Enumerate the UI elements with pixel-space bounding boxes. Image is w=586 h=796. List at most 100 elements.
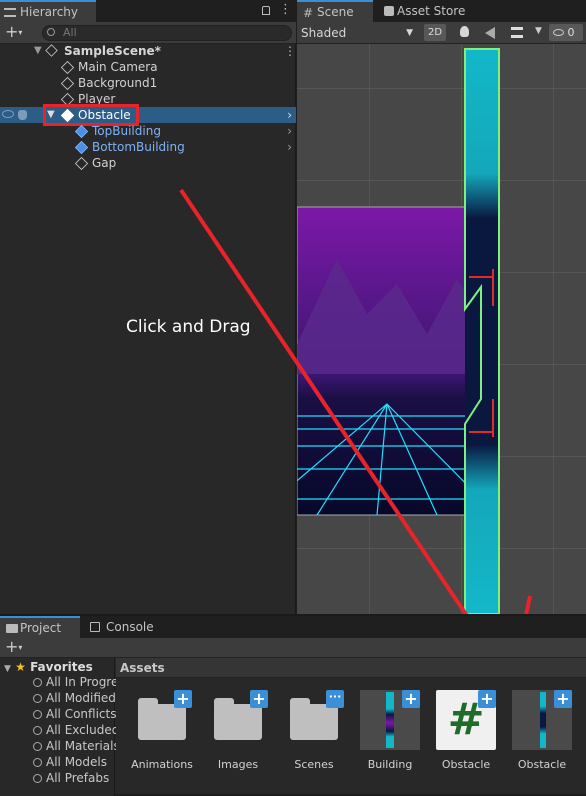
favorite-label: All Models [46,755,107,769]
plus-icon: + [250,690,268,708]
asset-label: Images [217,758,259,771]
shopping-bag-icon [384,6,394,16]
folder-icon [6,624,18,633]
asset-scenes-folder[interactable]: ··· Scenes [279,690,349,772]
item-label: BottomBuilding [92,140,185,154]
toggle-2d-button[interactable]: 2D [424,24,446,41]
favorite-item[interactable]: All Excluded [33,722,116,738]
create-button[interactable]: +▾ [5,638,22,657]
prefab-thumbnail: + [360,690,420,750]
favorite-item[interactable]: All Materials [33,738,116,754]
scene-options-icon[interactable]: ⋮ [284,43,296,59]
favorites-label: Favorites [30,660,93,674]
hierarchy-item-background1[interactable]: Background1 [0,75,296,91]
chevron-down-icon[interactable]: ▼ [535,26,542,36]
csharp-script-icon: # + [436,690,496,750]
chevron-down-icon: ▾ [18,643,23,652]
asset-label: Obstacle [441,758,491,771]
obstacle-preview [540,692,546,748]
favorite-item[interactable]: All Modified [33,690,116,706]
search-placeholder: All [63,26,77,39]
tab-hierarchy[interactable]: Hierarchy [0,0,96,22]
gameobject-icon [75,157,87,169]
assets-breadcrumb-bar [116,658,586,678]
search-icon [33,726,42,735]
favorites-header[interactable]: ▼ ★ Favorites [4,659,93,675]
favorite-item[interactable]: All Prefabs [33,770,116,786]
item-label: TopBuilding [92,124,161,138]
asset-label: Building [367,758,413,771]
building-preview [386,692,394,748]
search-icon [47,28,55,36]
tab-scene[interactable]: # Scene [297,0,373,22]
chevron-right-icon[interactable]: › [287,107,292,123]
pickable-hand-icon[interactable] [18,110,27,120]
project-toolbar [0,638,586,658]
chevron-down-icon: ▾ [18,28,23,37]
gameobject-icon [61,61,73,73]
scene-name: SampleScene* [64,44,161,58]
search-icon [33,678,42,687]
gameobject-icon [61,77,73,89]
item-label: Gap [92,156,117,170]
favorite-item[interactable]: All Models [33,754,116,770]
shading-mode-value: Shaded [301,26,347,40]
lock-icon[interactable] [262,6,270,15]
tab-scene-label: Scene [317,5,354,19]
asset-label: Animations [131,758,193,771]
scene-artwork [297,48,500,614]
assets-breadcrumb[interactable]: Assets [120,660,165,676]
tab-console[interactable]: Console [86,616,176,638]
asset-label: Scenes [294,758,334,771]
tab-project[interactable]: Project [0,616,80,638]
annotation-text: Click and Drag [126,317,251,337]
scene-viewport[interactable] [297,44,586,614]
search-icon [33,758,42,767]
asset-label: Obstacle [517,758,567,771]
prefab-icon [75,125,87,137]
collapse-arrow-icon: ▼ [4,664,11,674]
favorite-label: All Excluded [46,723,116,737]
hierarchy-item-gap[interactable]: Gap [0,155,296,171]
hierarchy-list-icon [4,8,16,17]
chevron-right-icon[interactable]: › [287,123,292,139]
hidden-objects-toggle[interactable]: 0 [549,24,583,41]
asset-building-prefab[interactable]: + Building [355,690,425,772]
expand-arrow-icon[interactable]: ▼ [34,43,42,59]
hierarchy-panel: Hierarchy ⋮ +▾ All ▼ SampleScene* ⋮ Main… [0,0,296,614]
hierarchy-item-main-camera[interactable]: Main Camera [0,59,296,75]
add-button[interactable]: +▾ [5,23,22,42]
scene-row[interactable]: ▼ SampleScene* ⋮ [0,43,296,59]
grid-icon: # [303,6,314,20]
star-icon: ★ [15,660,26,674]
favorite-label: All Modified [46,691,116,705]
asset-obstacle-prefab[interactable]: + Obstacle [507,690,577,772]
shading-mode-dropdown[interactable]: Shaded ▼ [299,24,417,42]
hierarchy-search-input[interactable]: All [42,25,292,41]
plus-icon: + [554,690,572,708]
tab-console-label: Console [106,620,154,634]
more-options-icon[interactable]: ⋮ [279,2,292,18]
lighting-bulb-icon[interactable] [460,26,469,37]
item-label: Background1 [78,76,158,90]
tab-project-label: Project [20,621,62,635]
eye-slash-icon [553,29,564,36]
tab-asset-store[interactable]: Asset Store [377,0,473,22]
chevron-right-icon[interactable]: › [287,139,292,155]
asset-images-folder[interactable]: + Images [203,690,273,772]
chevron-down-icon: ▼ [406,28,413,38]
hierarchy-item-bottombuilding[interactable]: BottomBuilding › [0,139,296,155]
asset-obstacle-script[interactable]: # + Obstacle [431,690,501,772]
favorite-label: All Prefabs [46,771,110,785]
favorite-item[interactable]: All Conflicts [33,706,116,722]
favorite-label: All In Progress [46,675,116,689]
asset-animations-folder[interactable]: + Animations [127,690,197,772]
search-icon [33,710,42,719]
folder-icon: + [132,690,192,750]
console-icon [90,622,100,632]
hierarchy-item-topbuilding[interactable]: TopBuilding › [0,123,296,139]
audio-toggle-icon[interactable] [485,27,495,39]
effects-stack-icon[interactable] [511,27,523,38]
visibility-eye-icon[interactable] [2,110,14,118]
favorite-item[interactable]: All In Progress [33,674,116,690]
